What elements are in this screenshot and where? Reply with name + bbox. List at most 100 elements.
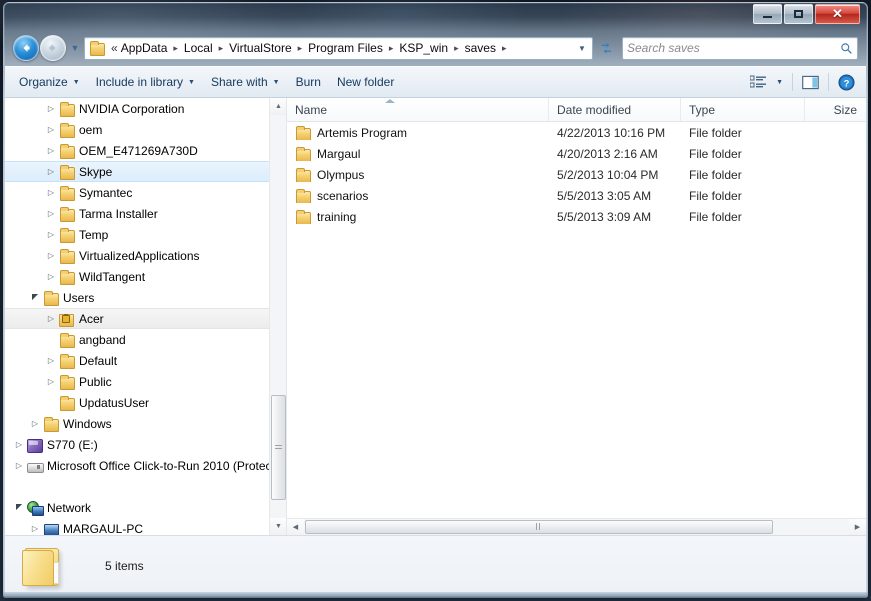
- scroll-up-icon[interactable]: ▲: [270, 98, 286, 115]
- chevron-right-icon[interactable]: ▷: [43, 230, 59, 239]
- tree-item-symantec[interactable]: ▷ Symantec: [5, 182, 286, 203]
- back-button[interactable]: [13, 35, 39, 61]
- breadcrumb-item-virtualstore[interactable]: VirtualStore: [226, 40, 294, 56]
- tree-item-margaul-pc[interactable]: ▷ MARGAUL-PC: [5, 518, 286, 535]
- close-button[interactable]: ✕: [815, 4, 860, 24]
- help-button[interactable]: ?: [833, 71, 860, 94]
- table-row[interactable]: Artemis Program 4/22/2013 10:16 PM File fo…: [287, 122, 866, 143]
- column-header-name[interactable]: Name: [287, 98, 549, 121]
- folder-icon: [59, 185, 75, 201]
- tree-item-microsoft-office-click-to-run-2010-protecte[interactable]: ▷ Microsoft Office Click-to-Run 2010 (Pro…: [5, 455, 286, 476]
- tree-item-tarma-installer[interactable]: ▷ Tarma Installer: [5, 203, 286, 224]
- scrollbar-thumb[interactable]: [271, 395, 286, 500]
- file-list-pane[interactable]: Name Date modified Type Size Artemis Pro…: [287, 98, 866, 535]
- chevron-right-icon[interactable]: ▷: [43, 188, 59, 197]
- breadcrumb-separator-icon[interactable]: ▸: [216, 43, 227, 54]
- chevron-right-icon[interactable]: ▷: [27, 524, 43, 533]
- tree-vertical-scrollbar[interactable]: ▲ ▼: [269, 98, 286, 535]
- tree-item-oem-e471269a730d[interactable]: ▷ OEM_E471269A730D: [5, 140, 286, 161]
- tree-item-skype[interactable]: ▷ Skype: [5, 161, 286, 182]
- search-input[interactable]: Search saves: [627, 41, 840, 55]
- file-name-label: Artemis Program: [317, 125, 408, 140]
- breadcrumb-overflow[interactable]: «: [108, 40, 118, 56]
- navigation-tree[interactable]: ▷ NVIDIA Corporation ▷ oem ▷ OEM_E471269A730D…: [5, 98, 287, 535]
- chevron-down-icon[interactable]: ◢: [11, 503, 27, 512]
- breadcrumb-item-program-files[interactable]: Program Files: [305, 40, 386, 56]
- breadcrumb-separator-icon[interactable]: ▸: [499, 43, 510, 54]
- chevron-right-icon[interactable]: ▷: [43, 209, 59, 218]
- chevron-down-icon: ▼: [272, 78, 280, 86]
- chevron-right-icon[interactable]: ▷: [43, 272, 59, 281]
- chevron-right-icon[interactable]: ▷: [11, 461, 27, 470]
- toolbar-item-organize[interactable]: Organize ▼: [11, 71, 88, 93]
- breadcrumb-separator-icon[interactable]: ▸: [386, 43, 397, 54]
- breadcrumb-item-ksp-win[interactable]: KSP_win: [396, 40, 451, 56]
- toolbar-item-new-folder[interactable]: New folder: [329, 71, 402, 93]
- chevron-right-icon[interactable]: ▷: [43, 167, 59, 176]
- tree-item-s770-e[interactable]: ▷ S770 (E:): [5, 434, 286, 455]
- hscrollbar-thumb[interactable]: [305, 519, 773, 534]
- forward-button[interactable]: [40, 35, 66, 61]
- column-header-date-modified[interactable]: Date modified: [549, 98, 681, 121]
- table-row[interactable]: Margaul 4/20/2013 2:16 AM File folder: [287, 143, 866, 164]
- hscroll-track[interactable]: [304, 519, 849, 536]
- maximize-button[interactable]: [784, 4, 813, 24]
- tree-item-label: Symantec: [79, 185, 133, 200]
- chevron-right-icon[interactable]: ▷: [43, 377, 59, 386]
- folder-icon: [59, 227, 75, 243]
- change-view-button[interactable]: [745, 72, 771, 92]
- tree-item-public[interactable]: ▷ Public: [5, 371, 286, 392]
- tree-item-temp[interactable]: ▷ Temp: [5, 224, 286, 245]
- table-row[interactable]: training 5/5/2013 3:09 AM File folder: [287, 206, 866, 227]
- folder-icon: [43, 290, 59, 306]
- chevron-right-icon[interactable]: ▷: [43, 146, 59, 155]
- tree-item-updatususer[interactable]: UpdatusUser: [5, 392, 286, 413]
- table-row[interactable]: Olympus 5/2/2013 10:04 PM File folder: [287, 164, 866, 185]
- address-bar[interactable]: « AppData ▸ Local ▸ VirtualStore ▸ Progr…: [84, 36, 593, 60]
- tree-item-default[interactable]: ▷ Default: [5, 350, 286, 371]
- column-header-size[interactable]: Size: [805, 98, 865, 121]
- tree-item-angband[interactable]: angband: [5, 329, 286, 350]
- chevron-right-icon[interactable]: ▷: [43, 356, 59, 365]
- chevron-right-icon[interactable]: ▷: [43, 104, 59, 113]
- breadcrumb-item-saves[interactable]: saves: [462, 40, 499, 56]
- chevron-right-icon[interactable]: ▷: [43, 314, 59, 323]
- toolbar-item-share-with[interactable]: Share with ▼: [203, 71, 288, 93]
- view-dropdown-button[interactable]: ▼: [771, 76, 788, 89]
- toolbar-item-burn[interactable]: Burn: [288, 71, 329, 93]
- tree-item-oem[interactable]: ▷ oem: [5, 119, 286, 140]
- chevron-right-icon[interactable]: ▷: [43, 251, 59, 260]
- scroll-right-icon[interactable]: ▶: [849, 518, 866, 535]
- tree-item-virtualizedapplications[interactable]: ▷ VirtualizedApplications: [5, 245, 286, 266]
- toolbar-label: Include in library: [95, 75, 184, 89]
- chevron-right-icon[interactable]: ▷: [27, 419, 43, 428]
- chevron-right-icon[interactable]: ▷: [43, 125, 59, 134]
- chevron-right-icon[interactable]: ▷: [11, 440, 27, 449]
- recent-pages-button[interactable]: ▼: [68, 43, 82, 53]
- table-row[interactable]: scenarios 5/5/2013 3:05 AM File folder: [287, 185, 866, 206]
- network-icon: [27, 500, 44, 516]
- tree-item-acer[interactable]: ▷ Acer: [5, 308, 286, 329]
- breadcrumb-item-appdata[interactable]: AppData: [118, 40, 171, 56]
- tree-item-network[interactable]: ◢ Network: [5, 497, 286, 518]
- breadcrumb-separator-icon[interactable]: ▸: [451, 43, 462, 54]
- title-bar[interactable]: ✕: [3, 2, 868, 30]
- tree-item-users[interactable]: ◢ Users: [5, 287, 286, 308]
- tree-item-windows[interactable]: ▷ Windows: [5, 413, 286, 434]
- toolbar-item-include-in-library[interactable]: Include in library ▼: [88, 71, 203, 93]
- breadcrumb-item-local[interactable]: Local: [181, 40, 216, 56]
- preview-pane-button[interactable]: [797, 72, 824, 93]
- column-header-type[interactable]: Type: [681, 98, 805, 121]
- tree-item-wildtangent[interactable]: ▷ WildTangent: [5, 266, 286, 287]
- tree-item-nvidia-corporation[interactable]: ▷ NVIDIA Corporation: [5, 98, 286, 119]
- chevron-down-icon[interactable]: ▼: [574, 44, 590, 53]
- minimize-button[interactable]: [753, 4, 782, 24]
- scroll-left-icon[interactable]: ◀: [287, 518, 304, 535]
- scroll-down-icon[interactable]: ▼: [270, 518, 286, 535]
- breadcrumb-separator-icon[interactable]: ▸: [170, 43, 181, 54]
- search-box[interactable]: Search saves: [622, 36, 858, 60]
- list-horizontal-scrollbar[interactable]: ◀ ▶: [287, 518, 866, 535]
- breadcrumb-separator-icon[interactable]: ▸: [295, 43, 306, 54]
- refresh-button[interactable]: [596, 38, 617, 59]
- chevron-down-icon[interactable]: ◢: [27, 293, 43, 302]
